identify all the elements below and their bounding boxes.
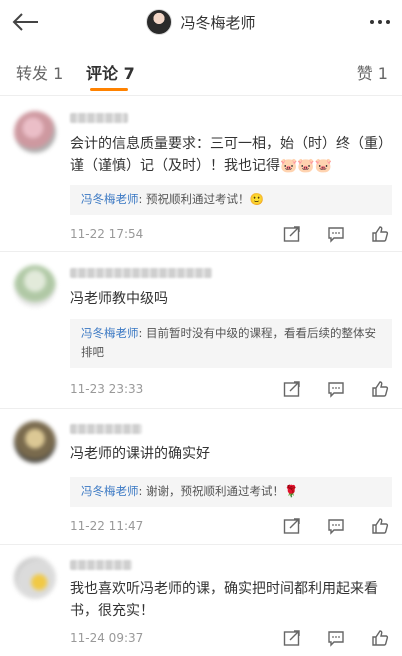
share-icon[interactable] <box>282 225 302 243</box>
reply-box[interactable]: 冯冬梅老师: 预祝顺利通过考试！🙂 <box>70 185 392 215</box>
comment-text: 会计的信息质量要求：三可一相，始（时）终（重）谨（谨慎）记（及时）！我也记得🐷🐷… <box>70 136 385 174</box>
share-icon[interactable] <box>282 517 302 535</box>
timestamp: 11-22 17:54 <box>70 227 144 241</box>
page-title: 冯冬梅老师 <box>180 13 256 32</box>
username[interactable] <box>70 268 212 278</box>
like-icon[interactable] <box>370 517 390 535</box>
comment-actions <box>282 225 390 243</box>
comment-actions <box>282 380 390 398</box>
comment-icon[interactable] <box>326 629 346 647</box>
reply-box[interactable]: 冯冬梅老师: 目前暂时没有中级的课程，看看后续的整体安排吧 <box>70 319 392 368</box>
reply-text: : 谢谢，预祝顺利通过考试！🌹 <box>138 484 299 498</box>
comment-text: 冯老师教中级吗 <box>70 291 168 307</box>
username[interactable] <box>70 113 128 123</box>
reply-author[interactable]: 冯冬梅老师 <box>81 192 139 206</box>
avatar[interactable] <box>14 265 56 307</box>
avatar[interactable] <box>14 421 56 463</box>
share-icon[interactable] <box>282 380 302 398</box>
list-item: 我也喜欢听冯老师的课，确实把时间都利用起来看书，很充实！ 11-24 09:37 <box>0 545 402 656</box>
like-icon[interactable] <box>370 629 390 647</box>
comment-icon[interactable] <box>326 225 346 243</box>
tab-reposts[interactable]: 转发 1 <box>16 60 63 84</box>
tab-bar: 转发 1 评论 7 赞 1 <box>0 44 402 96</box>
list-item: 冯老师教中级吗 冯冬梅老师: 目前暂时没有中级的课程，看看后续的整体安排吧 11… <box>0 252 402 409</box>
timestamp: 11-23 23:33 <box>70 382 144 396</box>
more-options-icon[interactable] <box>366 10 394 34</box>
username[interactable] <box>70 560 132 570</box>
avatar[interactable] <box>14 557 56 599</box>
list-item: 冯老师的课讲的确实好 冯冬梅老师: 谢谢，预祝顺利通过考试！🌹 11-22 11… <box>0 409 402 545</box>
reply-author[interactable]: 冯冬梅老师 <box>81 326 139 340</box>
list-item: 会计的信息质量要求：三可一相，始（时）终（重）谨（谨慎）记（及时）！我也记得🐷🐷… <box>0 97 402 252</box>
comment-actions <box>282 629 390 647</box>
tab-likes[interactable]: 赞 1 <box>357 60 388 84</box>
top-bar: 冯冬梅老师 <box>0 0 402 44</box>
comment-text: 我也喜欢听冯老师的课，确实把时间都利用起来看书，很充实！ <box>70 581 378 619</box>
like-icon[interactable] <box>370 225 390 243</box>
comment-actions <box>282 517 390 535</box>
like-icon[interactable] <box>370 380 390 398</box>
avatar[interactable] <box>146 9 173 35</box>
share-icon[interactable] <box>282 629 302 647</box>
page-header: 冯冬梅老师 <box>0 8 402 36</box>
tab-comments[interactable]: 评论 7 <box>86 60 135 84</box>
reply-box[interactable]: 冯冬梅老师: 谢谢，预祝顺利通过考试！🌹 <box>70 477 392 507</box>
timestamp: 11-22 11:47 <box>70 519 144 533</box>
reply-author[interactable]: 冯冬梅老师 <box>81 484 139 498</box>
comment-icon[interactable] <box>326 380 346 398</box>
active-tab-indicator <box>90 88 128 91</box>
reply-text: : 预祝顺利通过考试！🙂 <box>138 192 264 206</box>
timestamp: 11-24 09:37 <box>70 631 144 645</box>
comment-text: 冯老师的课讲的确实好 <box>70 446 210 462</box>
avatar[interactable] <box>14 111 56 153</box>
comment-icon[interactable] <box>326 517 346 535</box>
username[interactable] <box>70 424 142 434</box>
